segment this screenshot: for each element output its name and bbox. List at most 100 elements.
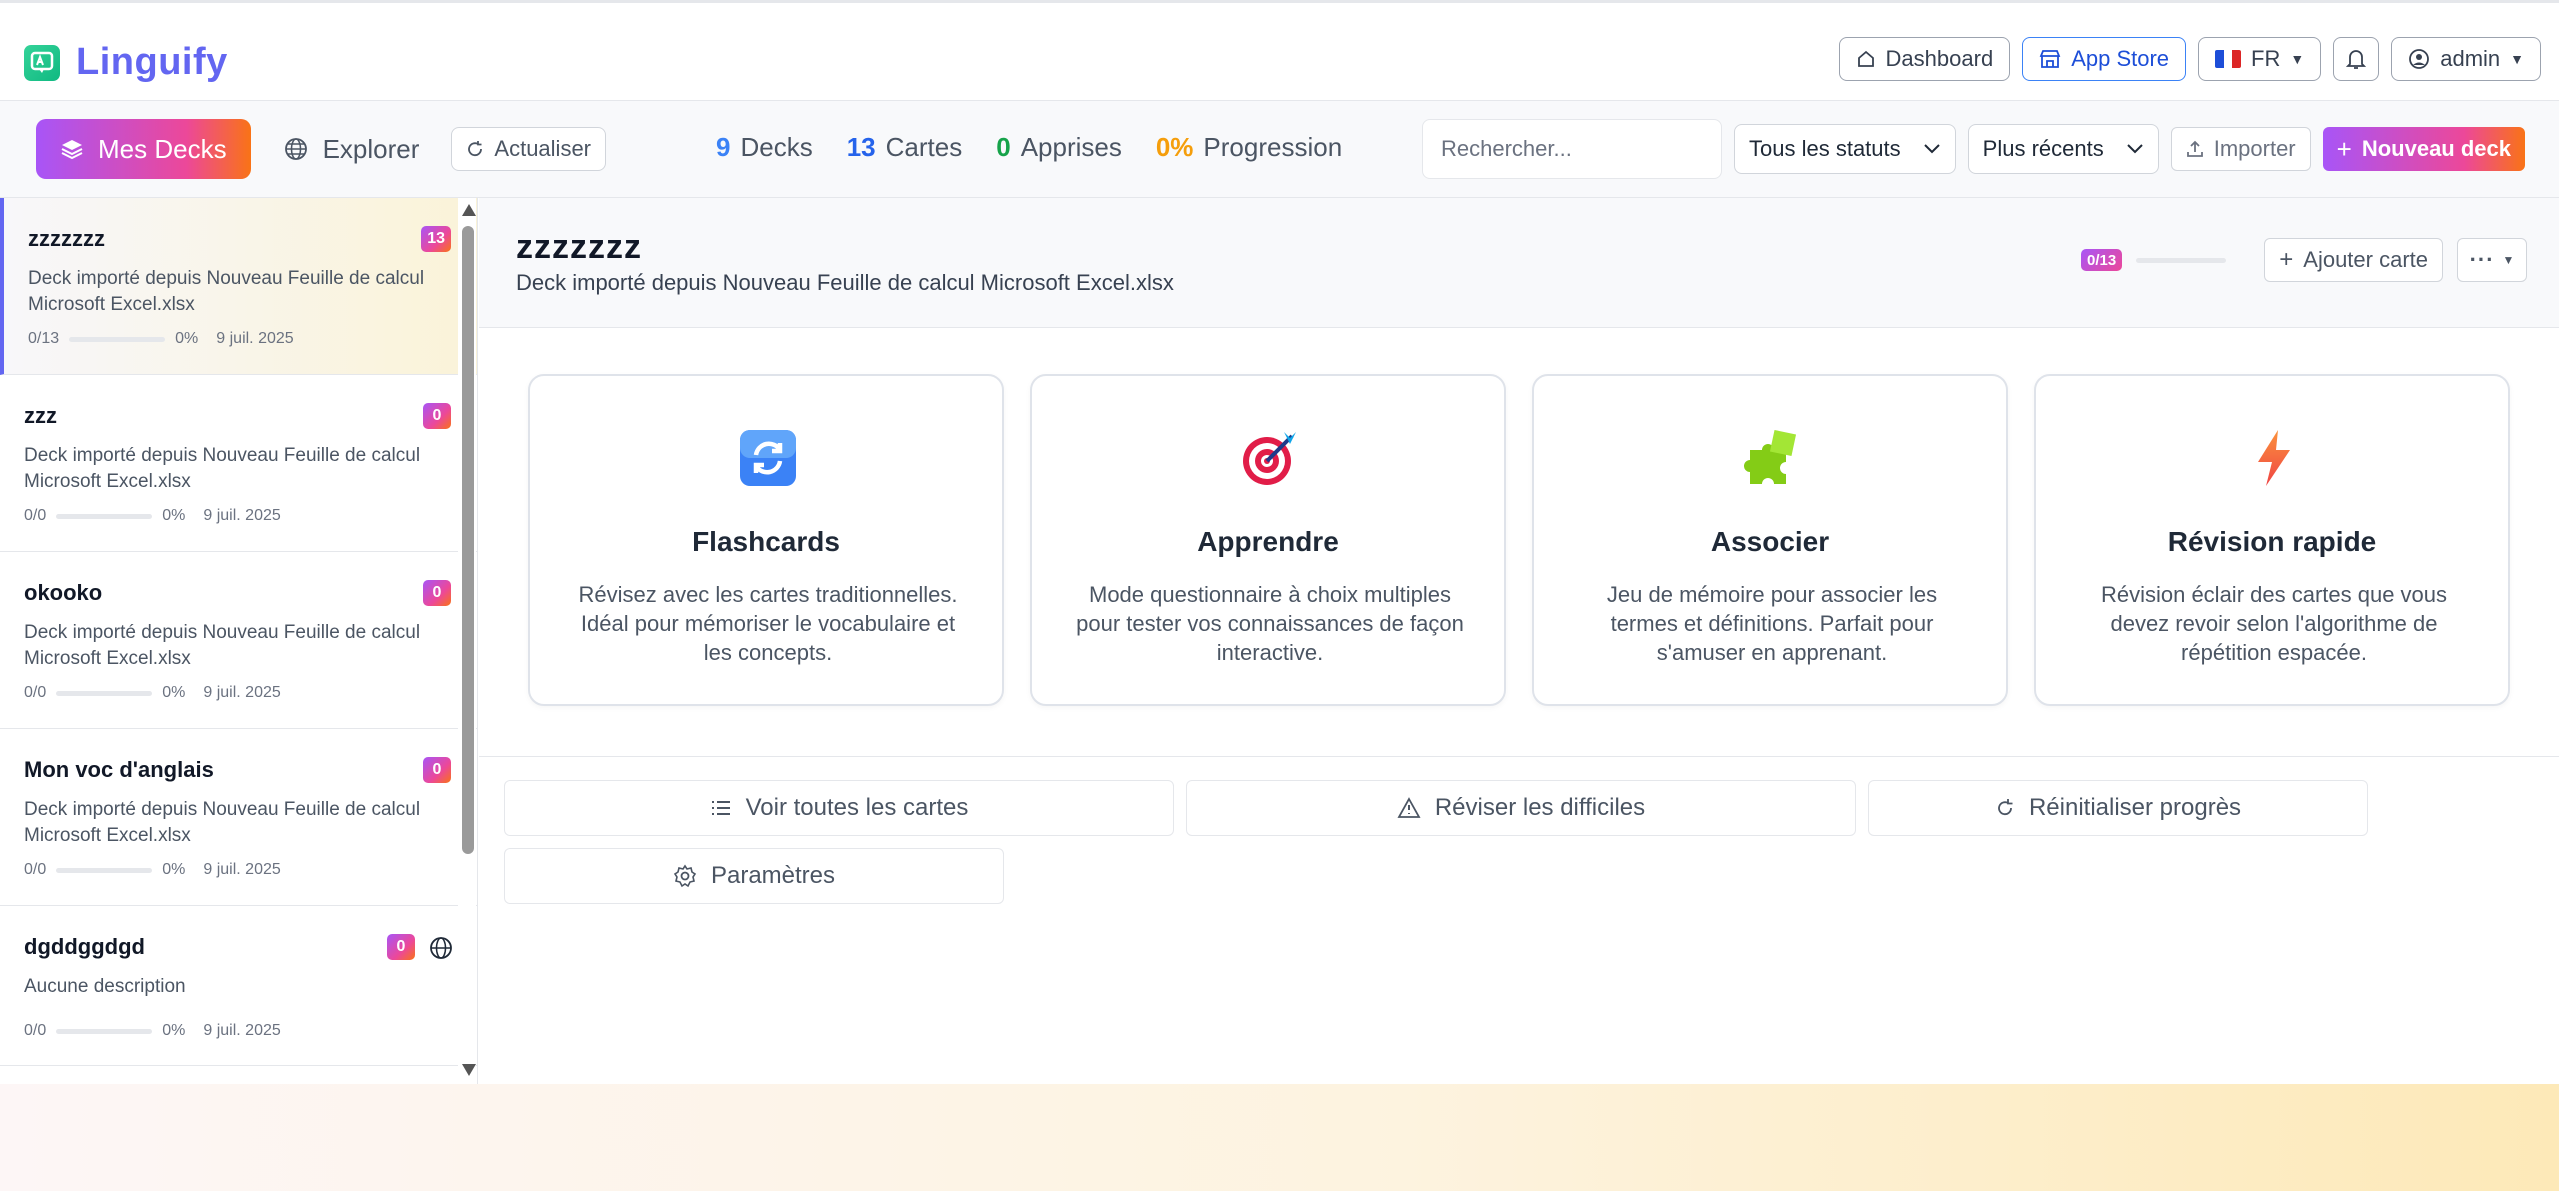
deck-list: zzzzzzz 13 Deck importé depuis Nouveau F…: [0, 198, 478, 1084]
deck-list-item[interactable]: dgddggdgd 0 Aucune description 0/0 0% 9 ju…: [0, 906, 477, 1066]
mode-description: Révisez avec les cartes traditionnelles.…: [578, 582, 958, 665]
caret-down-icon: ▼: [2502, 253, 2515, 267]
stat-cards: 13 Cartes: [846, 132, 963, 162]
scroll-down-arrow-icon[interactable]: [462, 1064, 476, 1076]
deck-list-item[interactable]: Mon voc d'anglais 0 Deck importé depuis …: [0, 729, 477, 906]
chevron-down-icon: [1923, 144, 1940, 154]
deck-list-scrollbar[interactable]: [458, 198, 476, 1084]
refresh-button[interactable]: Actualiser: [451, 127, 606, 171]
caret-down-icon: ▼: [2290, 51, 2305, 67]
card-count-badge: 0: [387, 934, 415, 960]
refresh-icon: [468, 141, 483, 157]
mode-description: Jeu de mémoire pour associer les termes …: [1606, 582, 1938, 665]
deck-name: dgddggdgd: [24, 934, 145, 959]
search-placeholder: Rechercher...: [1441, 136, 1572, 161]
import-button[interactable]: Importer: [2170, 127, 2311, 171]
more-options-button[interactable]: ··· ▼: [2457, 238, 2527, 282]
mode-card-quick-review[interactable]: Révision rapide Révision éclair des cart…: [2034, 374, 2510, 706]
language-dropdown[interactable]: FR ▼: [2198, 37, 2322, 81]
my-decks-tab[interactable]: Mes Decks: [36, 119, 251, 179]
stat-progress: 0% Progression: [1155, 132, 1343, 162]
flashcards-icon: [740, 430, 796, 486]
user-menu[interactable]: admin ▼: [2391, 37, 2541, 81]
add-card-label: Ajouter carte: [2303, 247, 2428, 272]
progress-bar: [56, 867, 153, 873]
user-circle-icon: [2409, 49, 2430, 69]
card-count-badge: 0: [423, 403, 451, 429]
sort-value: Plus récents: [1982, 136, 2104, 161]
mode-title: Révision rapide: [2167, 526, 2377, 557]
deck-progress: 0/0 0% 9 juil. 2025: [24, 507, 281, 524]
deck-progress: 0/0 0% 9 juil. 2025: [24, 684, 281, 701]
mode-description: Mode questionnaire à choix multiples pou…: [1076, 582, 1464, 665]
scroll-thumb[interactable]: [462, 226, 474, 854]
reset-progress-button[interactable]: Réinitialiser progrès: [1868, 780, 2368, 836]
deck-subtitle: Deck importé depuis Nouveau Feuille de c…: [516, 270, 1174, 295]
sort-select[interactable]: Plus récents: [1967, 124, 2159, 174]
deck-description: Deck importé depuis Nouveau Feuille de c…: [24, 445, 421, 492]
dashboard-button[interactable]: Dashboard: [1838, 37, 2011, 81]
scroll-up-arrow-icon[interactable]: [462, 204, 476, 216]
footer-background: [0, 1084, 2559, 1191]
settings-button[interactable]: Paramètres: [504, 848, 1004, 904]
mode-card-learn[interactable]: Apprendre Mode questionnaire à choix mul…: [1030, 374, 1506, 706]
view-all-cards-button[interactable]: Voir toutes les cartes: [504, 780, 1174, 836]
deck-progress: 0/0 0% 9 juil. 2025: [24, 1022, 281, 1039]
deck-list-item[interactable]: zzzzzzz 13 Deck importé depuis Nouveau F…: [0, 198, 477, 375]
status-filter-value: Tous les statuts: [1749, 136, 1901, 161]
new-deck-label: Nouveau deck: [2361, 136, 2511, 161]
progress-pill: 0/13: [2081, 249, 2123, 271]
deck-name: okooko: [24, 580, 103, 605]
mode-title: Flashcards: [692, 526, 840, 557]
deck-description: Deck importé depuis Nouveau Feuille de c…: [24, 622, 421, 669]
bell-icon: [2346, 50, 2367, 69]
stat-learned: 0 Apprises: [996, 132, 1122, 162]
mode-description: Révision éclair des cartes que vous deve…: [2100, 582, 2448, 665]
status-filter-select[interactable]: Tous les statuts: [1734, 124, 1956, 174]
home-icon: [1857, 50, 1874, 67]
explore-tab[interactable]: Explorer: [273, 119, 430, 179]
lightning-icon: [2258, 430, 2290, 486]
deck-list-item[interactable]: okooko 0 Deck importé depuis Nouveau Feu…: [0, 552, 477, 729]
progress-bar: [69, 336, 166, 342]
deck-progress-bar: [2136, 257, 2227, 263]
dashboard-label: Dashboard: [1885, 46, 1994, 71]
warning-icon: [1397, 797, 1421, 818]
ellipsis-icon: ···: [2469, 247, 2495, 272]
france-flag-icon: [2215, 50, 2242, 68]
add-card-button[interactable]: + Ajouter carte: [2264, 238, 2443, 282]
deck-description: Deck importé depuis Nouveau Feuille de c…: [24, 799, 421, 846]
layers-icon: [61, 140, 83, 160]
brand[interactable]: Linguify: [24, 41, 228, 84]
new-deck-button[interactable]: + Nouveau deck: [2322, 127, 2525, 171]
user-name: admin: [2440, 46, 2501, 71]
search-input[interactable]: Rechercher...: [1422, 119, 1723, 179]
deck-list-item[interactable]: zzz 0 Deck importé depuis Nouveau Feuill…: [0, 375, 477, 552]
deck-header: zzzzzzz Deck importé depuis Nouveau Feui…: [479, 198, 2559, 328]
deck-description: Deck importé depuis Nouveau Feuille de c…: [28, 268, 425, 315]
mode-card-match[interactable]: Associer Jeu de mémoire pour associer le…: [1532, 374, 2008, 706]
app-store-label: App Store: [2071, 46, 2170, 71]
deck-progress: 0/13 0% 9 juil. 2025: [28, 330, 294, 347]
globe-icon: [284, 138, 307, 160]
puzzle-icon: [1744, 429, 1797, 484]
mode-card-flashcards[interactable]: Flashcards Révisez avec les cartes tradi…: [528, 374, 1004, 706]
progress-bar: [56, 513, 153, 519]
review-difficult-button[interactable]: Réviser les difficiles: [1186, 780, 1856, 836]
my-decks-label: Mes Decks: [98, 133, 227, 164]
store-icon: [2039, 50, 2061, 68]
gear-icon: [673, 864, 697, 888]
card-count-badge: 0: [423, 757, 451, 783]
top-navbar: Linguify Dashboard App Store FR ▼ admin …: [0, 0, 2559, 101]
notifications-button[interactable]: [2333, 37, 2380, 81]
deck-detail: zzzzzzz Deck importé depuis Nouveau Feui…: [479, 198, 2559, 1084]
progress-bar: [56, 690, 153, 696]
import-label: Importer: [2213, 136, 2296, 161]
deck-name: zzz: [24, 403, 57, 428]
deck-stats: 9 Decks 13 Cartes 0 Apprises 0% Progression: [716, 132, 1342, 163]
language-label: FR: [2251, 46, 2281, 71]
deck-name: Mon voc d'anglais: [24, 757, 214, 782]
deck-title: zzzzzzz: [516, 228, 642, 266]
deck-progress: 0/0 0% 9 juil. 2025: [24, 861, 281, 878]
app-store-button[interactable]: App Store: [2022, 37, 2187, 81]
